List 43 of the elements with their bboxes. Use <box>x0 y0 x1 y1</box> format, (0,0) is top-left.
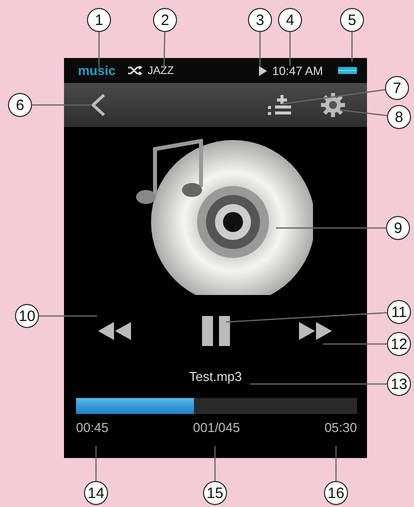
callout-number: 1 <box>87 8 111 32</box>
track-index: 001/045 <box>193 420 240 435</box>
leader-line <box>335 446 337 481</box>
callout-number: 11 <box>387 300 411 324</box>
add-to-list-icon[interactable] <box>267 94 293 116</box>
leader-line <box>32 104 92 106</box>
callout-number: 3 <box>248 8 272 32</box>
leader-line <box>351 32 353 62</box>
leader-line <box>289 32 291 66</box>
elapsed-time: 00:45 <box>76 420 109 435</box>
pause-icon[interactable] <box>202 316 230 346</box>
progress-bar[interactable] <box>76 398 357 414</box>
callout-number: 7 <box>385 76 409 100</box>
fast-forward-icon[interactable] <box>299 322 333 340</box>
callout-number: 12 <box>387 332 411 356</box>
back-icon[interactable] <box>90 93 106 117</box>
callout-number: 16 <box>324 481 348 505</box>
leader-line <box>323 343 387 345</box>
callout-number: 14 <box>84 481 108 505</box>
leader-line <box>95 446 97 481</box>
leader-line <box>259 32 261 66</box>
app-label: music <box>78 63 116 78</box>
callout-number: 2 <box>153 8 177 32</box>
track-name: Test.mp3 <box>188 369 243 384</box>
genre-label: JAZZ <box>148 64 174 76</box>
callout-number: 9 <box>386 216 410 240</box>
callout-number: 10 <box>15 304 39 328</box>
callout-number: 8 <box>387 105 411 129</box>
play-state-icon <box>259 66 268 76</box>
leader-line <box>340 109 388 116</box>
callout-number: 6 <box>8 93 32 117</box>
total-time: 05:30 <box>324 420 357 435</box>
clock-time: 10:47 AM <box>272 64 323 78</box>
rewind-icon[interactable] <box>98 322 132 340</box>
callout-number: 13 <box>387 372 411 396</box>
battery-icon <box>338 67 357 74</box>
leader-line <box>214 446 216 481</box>
leader-line <box>98 32 100 68</box>
callout-number: 4 <box>278 8 302 32</box>
shuffle-icon <box>126 66 143 75</box>
callout-number: 5 <box>340 8 364 32</box>
leader-line <box>39 315 97 317</box>
callout-number: 15 <box>203 481 227 505</box>
